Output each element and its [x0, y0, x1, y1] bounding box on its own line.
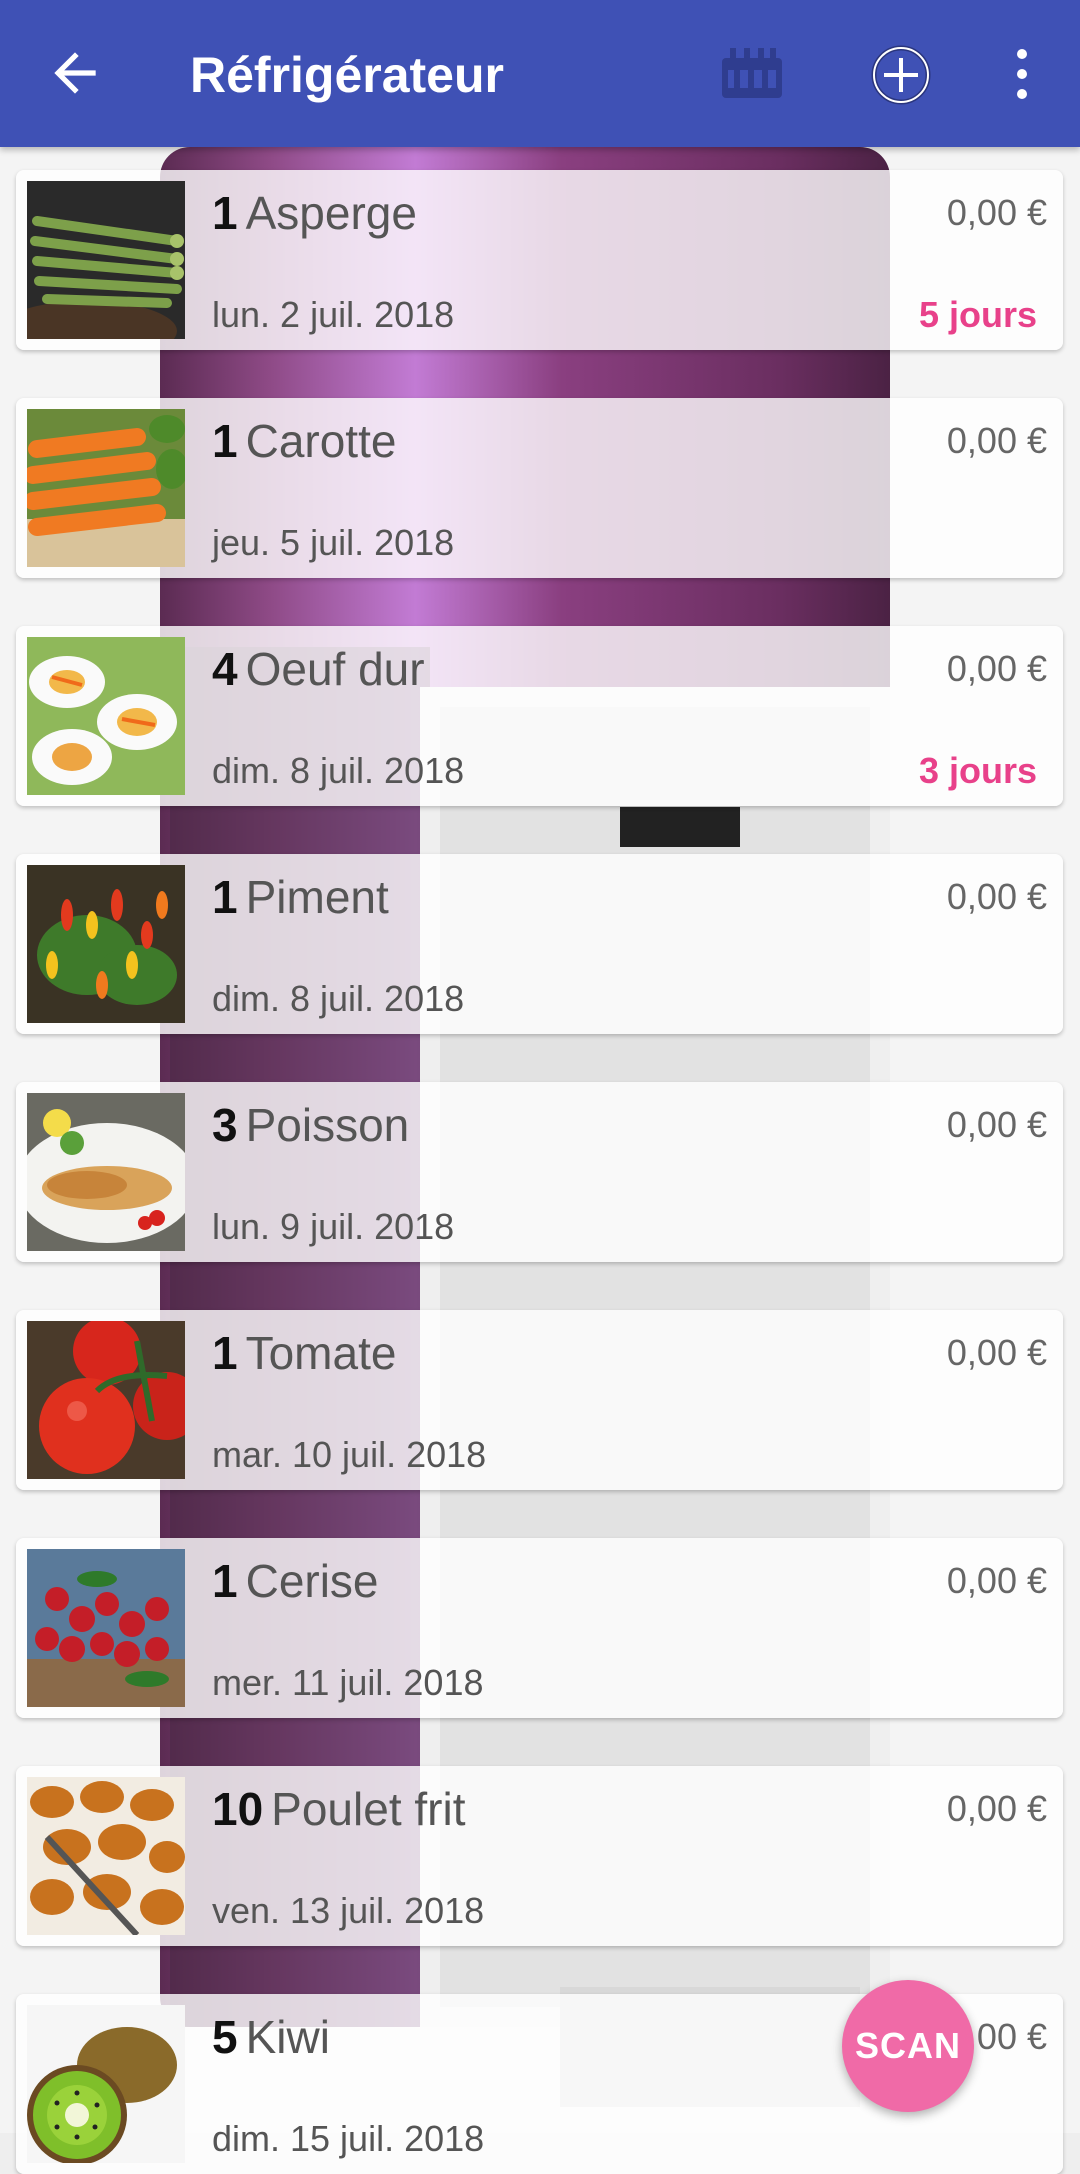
item-quantity: 1 Tomate	[212, 1327, 397, 1379]
page-title: Réfrigérateur	[190, 47, 504, 103]
fish-image	[27, 1093, 185, 1251]
item-price: 0,00 €	[946, 1332, 1047, 1373]
cherry-image	[27, 1549, 185, 1707]
item-quantity: 1 Cerise	[212, 1555, 379, 1607]
item-date: dim. 8 juil. 2018	[212, 750, 465, 791]
days-remaining-badge: 5 jours	[918, 294, 1037, 335]
item-date: dim. 8 juil. 2018	[212, 978, 465, 1019]
item-name: Cerise	[245, 1555, 379, 1607]
item-date: dim. 15 juil. 2018	[212, 2118, 485, 2159]
item-date: jeu. 5 juil. 2018	[212, 522, 455, 563]
item-quantity: 1 Carotte	[212, 415, 397, 467]
days-remaining-badge: 3 jours	[918, 750, 1037, 791]
chili-pepper-image	[27, 865, 185, 1023]
item-name: Tomate	[245, 1327, 397, 1379]
item-name: Poisson	[245, 1099, 410, 1151]
item-quantity: 5 Kiwi	[212, 2011, 330, 2063]
list-item[interactable]: 4 Oeuf dur 0,00 € dim. 8 juil. 2018 3 jou…	[16, 626, 1063, 806]
item-date: mar. 10 juil. 2018	[212, 1434, 487, 1475]
list-item[interactable]: 1 Tomate 0,00 € mar. 10 juil. 2018	[16, 1310, 1063, 1490]
item-date: lun. 2 juil. 2018	[212, 294, 455, 335]
item-date: lun. 9 juil. 2018	[212, 1206, 455, 1247]
boiled-egg-image	[27, 637, 185, 795]
item-quantity: 1 Asperge	[212, 187, 417, 239]
fried-chicken-image	[27, 1777, 185, 1935]
item-quantity: 1 Piment	[212, 871, 389, 923]
item-name: Asperge	[245, 187, 417, 239]
list-item[interactable]: 1 Asperge 0,00 € lun. 2 juil. 2018 5 jour…	[16, 170, 1063, 350]
item-quantity: 4 Oeuf dur	[212, 643, 425, 695]
list-item[interactable]: 10 Poulet frit 0,00 € ven. 13 juil. 2018	[16, 1766, 1063, 1946]
item-price: 0,00 €	[946, 420, 1047, 461]
item-quantity: 3 Poisson	[212, 1099, 410, 1151]
list-item[interactable]: 1 Cerise 0,00 € mer. 11 juil. 2018	[16, 1538, 1063, 1718]
more-vert-icon[interactable]	[1008, 48, 1036, 100]
item-name: Piment	[245, 871, 389, 923]
scan-button[interactable]: SCAN	[842, 1980, 974, 2112]
item-name: Kiwi	[245, 2011, 330, 2063]
add-circle-icon[interactable]	[870, 44, 932, 106]
calendar-icon[interactable]	[720, 48, 784, 100]
item-price: 0,00 €	[946, 648, 1047, 689]
asparagus-image	[27, 181, 185, 339]
item-name: Carotte	[245, 415, 397, 467]
item-name: Oeuf dur	[245, 643, 425, 695]
item-price: 0,00 €	[946, 1560, 1047, 1601]
item-price: 0,00 €	[946, 1788, 1047, 1829]
item-name: Poulet frit	[271, 1783, 466, 1835]
list-item[interactable]: 1 Piment 0,00 € dim. 8 juil. 2018	[16, 854, 1063, 1034]
item-price: 0,00 €	[946, 876, 1047, 917]
item-price: 0,00 €	[946, 1104, 1047, 1145]
list-item[interactable]: 1 Carotte 0,00 € jeu. 5 juil. 2018	[16, 398, 1063, 578]
kiwi-image	[27, 2005, 185, 2163]
app-bar: Réfrigérateur	[0, 0, 1080, 147]
item-date: mer. 11 juil. 2018	[212, 1662, 484, 1703]
item-quantity: 10 Poulet frit	[212, 1783, 466, 1835]
carrot-image	[27, 409, 185, 567]
item-date: ven. 13 juil. 2018	[212, 1890, 485, 1931]
list-item[interactable]: 3 Poisson 0,00 € lun. 9 juil. 2018	[16, 1082, 1063, 1262]
tomato-image	[27, 1321, 185, 1479]
item-price: 0,00 €	[946, 192, 1047, 233]
arrow-back-icon[interactable]	[44, 42, 106, 104]
